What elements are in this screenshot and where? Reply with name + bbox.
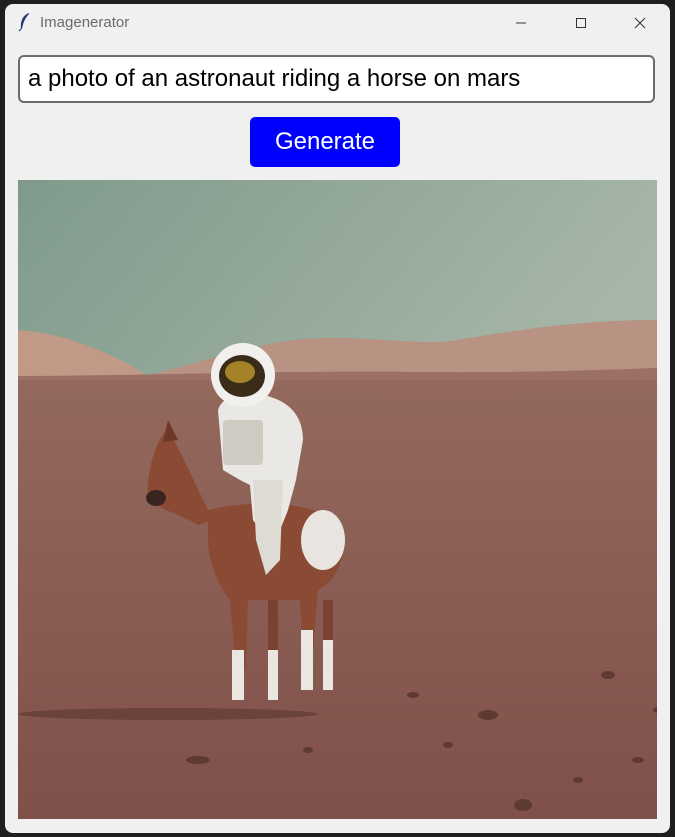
prompt-input[interactable]	[18, 55, 655, 103]
maximize-icon	[576, 18, 586, 28]
generated-image	[18, 180, 657, 819]
minimize-icon	[516, 22, 526, 24]
maximize-button[interactable]	[558, 4, 604, 42]
generate-button[interactable]: Generate	[250, 117, 400, 167]
window-title: Imagenerator	[40, 14, 130, 31]
minimize-button[interactable]	[498, 4, 544, 42]
close-button[interactable]	[617, 4, 663, 42]
feather-icon	[18, 13, 29, 32]
app-window: Imagenerator Generate	[5, 4, 670, 833]
title-bar[interactable]: Imagenerator	[5, 4, 670, 42]
astronaut-horse-mars-image	[18, 180, 657, 819]
close-icon	[634, 17, 646, 29]
